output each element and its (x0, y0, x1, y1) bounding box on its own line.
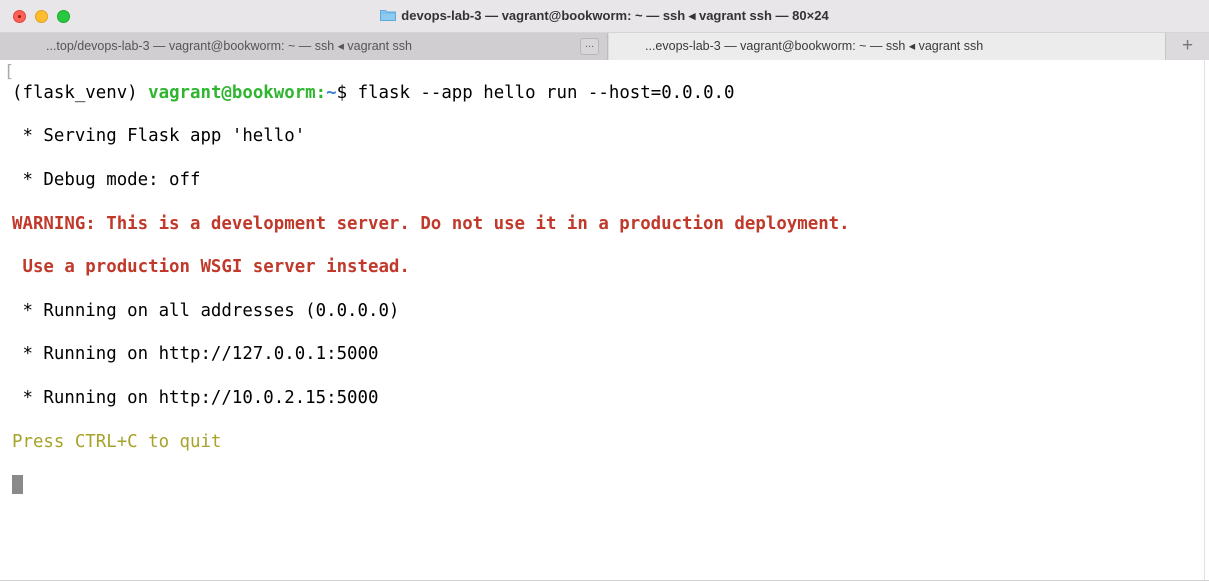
prompt-user: vagrant@bookworm (148, 82, 316, 103)
new-tab-icon[interactable]: + (1165, 33, 1209, 60)
output-line: * Debug mode: off (12, 169, 201, 190)
tab-2-label: ...evops-lab-3 — vagrant@bookworm: ~ — s… (645, 39, 984, 53)
mark-bracket-icon: [ (4, 62, 15, 82)
tab-2[interactable]: ...evops-lab-3 — vagrant@bookworm: ~ — s… (609, 33, 1165, 60)
text-cursor (12, 475, 23, 495)
tab-1[interactable]: ...top/devops-lab-3 — vagrant@bookworm: … (0, 33, 608, 60)
prompt-colon: : (315, 82, 327, 103)
title-bar[interactable]: devops-lab-3 — vagrant@bookworm: ~ — ssh… (0, 0, 1209, 33)
cursor-line (12, 475, 1205, 497)
folder-icon (380, 10, 397, 21)
terminal-window: devops-lab-3 — vagrant@bookworm: ~ — ssh… (0, 0, 1209, 581)
window-title-text: devops-lab-3 — vagrant@bookworm: ~ — ssh… (401, 8, 829, 23)
terminal-output[interactable]: (flask_venv) vagrant@bookworm:~$ flask -… (0, 60, 1205, 581)
prompt-path: ~ (326, 82, 337, 103)
tab-overflow-button[interactable]: ... (579, 38, 599, 55)
tab-1-label: ...top/devops-lab-3 — vagrant@bookworm: … (46, 39, 413, 53)
tab-bar: ...top/devops-lab-3 — vagrant@bookworm: … (0, 33, 1209, 61)
prompt-env: (flask_venv) (12, 82, 149, 103)
warning-line: Use a production WSGI server instead. (12, 257, 410, 278)
prompt-symbol: $ (336, 82, 358, 103)
running-line: * Running on http://10.0.2.15:5000 (12, 387, 379, 408)
running-line: * Running on http://127.0.0.1:5000 (12, 344, 379, 365)
quit-hint: Press CTRL+C to quit (12, 431, 222, 452)
warning-line: WARNING: This is a development server. D… (12, 213, 850, 234)
running-line: * Running on all addresses (0.0.0.0) (12, 300, 400, 321)
prompt-line: (flask_venv) vagrant@bookworm:~$ flask -… (12, 83, 1205, 105)
command-text: flask --app hello run --host=0.0.0.0 (357, 82, 735, 103)
scrollbar[interactable] (1204, 60, 1209, 581)
window-title: devops-lab-3 — vagrant@bookworm: ~ — ssh… (0, 8, 1209, 24)
output-line: * Serving Flask app 'hello' (12, 126, 306, 147)
